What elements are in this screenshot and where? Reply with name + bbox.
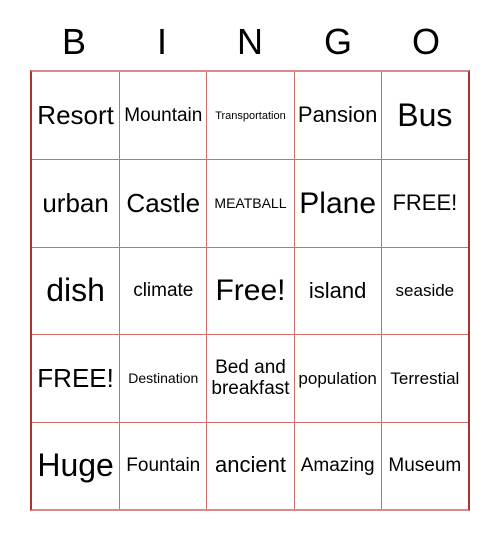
bingo-cell-label: Destination bbox=[128, 369, 199, 386]
bingo-cell-label: Transportation bbox=[215, 109, 286, 122]
header-letter-n: N bbox=[237, 21, 263, 62]
bingo-cell-label: seaside bbox=[395, 281, 455, 301]
bingo-cell[interactable]: Plane bbox=[293, 160, 381, 247]
bingo-grid: Resort Mountain Transportation Pansion B… bbox=[30, 70, 470, 511]
bingo-header: B I N G O bbox=[30, 14, 470, 70]
bingo-cell[interactable]: island bbox=[293, 247, 381, 335]
bingo-cell-label: Bed and breakfast bbox=[211, 357, 290, 400]
bingo-cell-label: Bus bbox=[397, 96, 453, 133]
bingo-cell[interactable]: climate bbox=[119, 247, 206, 335]
bingo-cell-label: ancient bbox=[214, 452, 286, 478]
bingo-cell[interactable]: Castle bbox=[119, 160, 206, 247]
bingo-cell-label: Museum bbox=[388, 455, 462, 477]
bingo-cell[interactable]: Transportation bbox=[206, 72, 293, 160]
bingo-cell[interactable]: Pansion bbox=[293, 72, 381, 160]
header-letter-g: G bbox=[323, 21, 352, 62]
bingo-cell[interactable]: population bbox=[293, 335, 381, 422]
bingo-cell-label: Plane bbox=[299, 186, 377, 220]
bingo-row: Resort Mountain Transportation Pansion B… bbox=[32, 72, 468, 160]
bingo-cell[interactable]: Bus bbox=[380, 72, 468, 160]
bingo-cell-label: FREE! bbox=[392, 190, 458, 216]
bingo-cell-label: urban bbox=[42, 188, 109, 219]
bingo-cell-label: FREE! bbox=[37, 362, 114, 393]
bingo-cell[interactable]: Fountain bbox=[119, 422, 206, 509]
bingo-cell[interactable]: seaside bbox=[380, 247, 468, 335]
bingo-cell[interactable]: dish bbox=[32, 248, 119, 334]
bingo-cell[interactable]: Mountain bbox=[119, 72, 206, 160]
bingo-cell-label: Pansion bbox=[297, 102, 378, 128]
bingo-cell-label: Terrestial bbox=[390, 368, 460, 388]
bingo-cell-label: MEATBALL bbox=[214, 194, 287, 211]
bingo-cell-label: Huge bbox=[37, 446, 114, 483]
bingo-cell[interactable]: Bed and breakfast bbox=[206, 335, 293, 422]
bingo-cell-free[interactable]: FREE! bbox=[32, 335, 119, 421]
bingo-row: dish climate Free! island seaside bbox=[32, 246, 468, 335]
bingo-cell-label: population bbox=[298, 368, 377, 388]
bingo-cell[interactable]: Destination bbox=[119, 335, 206, 422]
bingo-cell[interactable]: Museum bbox=[380, 422, 468, 509]
bingo-card: B I N G O Resort Mountain Transportation… bbox=[0, 0, 500, 544]
header-letter-o: O bbox=[411, 21, 440, 62]
header-letter-b: B bbox=[61, 21, 86, 62]
bingo-cell[interactable]: ancient bbox=[206, 422, 293, 509]
bingo-cell[interactable]: Amazing bbox=[293, 422, 381, 509]
bingo-cell[interactable]: Huge bbox=[32, 423, 119, 509]
bingo-cell-label: Free! bbox=[215, 274, 286, 308]
bingo-cell[interactable]: Terrestial bbox=[380, 335, 468, 422]
bingo-cell[interactable]: urban bbox=[32, 160, 119, 246]
bingo-cell[interactable]: Resort bbox=[32, 72, 119, 159]
bingo-cell-label: island bbox=[308, 277, 367, 303]
bingo-cell-label: Mountain bbox=[124, 105, 203, 127]
bingo-cell-label: Castle bbox=[126, 188, 201, 219]
bingo-cell-free[interactable]: Free! bbox=[206, 247, 293, 335]
bingo-cell-label: Resort bbox=[37, 100, 114, 131]
bingo-cell-label: climate bbox=[133, 280, 194, 302]
header-letter-i: I bbox=[156, 21, 167, 62]
bingo-cell-label: Amazing bbox=[300, 455, 375, 477]
bingo-cell[interactable]: MEATBALL bbox=[206, 160, 293, 247]
bingo-row: urban Castle MEATBALL Plane FREE! bbox=[32, 159, 468, 247]
bingo-row: FREE! Destination Bed and breakfast popu… bbox=[32, 334, 468, 422]
bingo-cell-label: dish bbox=[46, 272, 105, 309]
bingo-cell-free[interactable]: FREE! bbox=[380, 160, 468, 247]
bingo-row: Huge Fountain ancient Amazing Museum bbox=[32, 421, 468, 509]
bingo-cell-label: Fountain bbox=[126, 455, 201, 477]
